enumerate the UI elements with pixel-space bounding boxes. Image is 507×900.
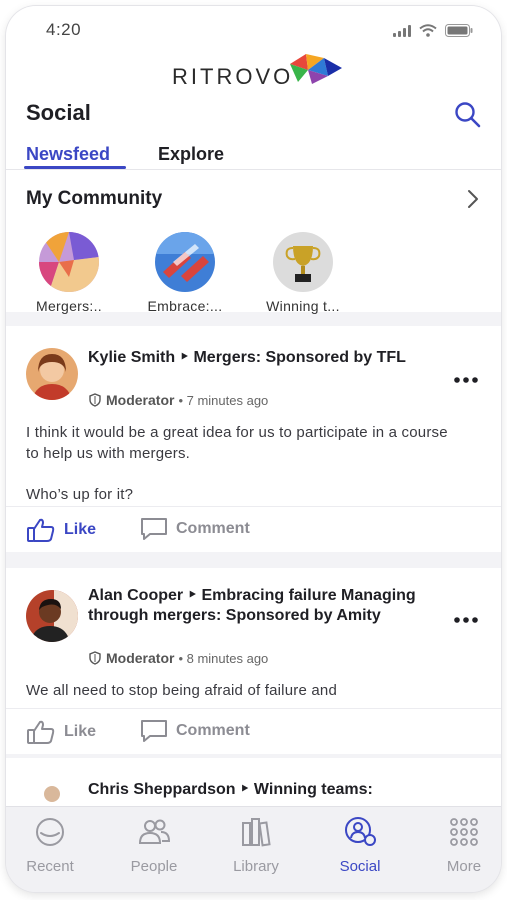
status-time: 4:20 (46, 20, 82, 39)
post-author-line[interactable]: Kylie Smith ‣ Mergers: Sponsored by TFL (88, 348, 441, 368)
post-role: Moderator (106, 392, 175, 408)
comment-button[interactable]: Comment (140, 719, 250, 743)
tab-social[interactable]: Social (320, 815, 400, 875)
tab-newsfeed[interactable]: Newsfeed (26, 144, 110, 165)
community-label: Embrace:... (147, 298, 223, 314)
community-item-winning[interactable]: Winning t... (248, 232, 358, 314)
ritrovo-logo: RITROVO (172, 52, 342, 92)
community-item-mergers[interactable]: Mergers:.. (14, 232, 124, 314)
shield-icon (89, 651, 101, 665)
post-body: We all need to stop being afraid of fail… (26, 682, 337, 699)
people-icon (138, 819, 171, 844)
bottom-tab-bar: Recent People Library Social More (6, 806, 501, 892)
tab-people[interactable]: People (114, 815, 194, 875)
feed-tabs: Newsfeed Explore (6, 140, 501, 170)
post-time: • 8 minutes ago (178, 650, 269, 666)
post-card: Alan Cooper ‣ Embracing failure Managing… (6, 568, 501, 754)
chevron-right-icon[interactable] (463, 188, 483, 210)
post-body-second: Who’s up for it? (26, 486, 134, 503)
battery-icon (445, 24, 473, 37)
post-actions: Like Comment (6, 506, 501, 552)
post-role: Moderator (106, 650, 175, 666)
community-avatar (155, 232, 215, 292)
page-title: Social (26, 100, 91, 125)
tab-recent[interactable]: Recent (10, 815, 90, 875)
like-label: Like (64, 521, 97, 538)
tab-label: People (130, 858, 178, 875)
post-actions: Like Comment (6, 708, 501, 754)
comment-button[interactable]: Comment (140, 517, 250, 541)
my-community-section: My Community Mergers:.. Embrace:... Winn… (6, 172, 501, 314)
active-tab-indicator (24, 166, 126, 169)
community-avatar (39, 232, 99, 292)
avatar[interactable] (26, 590, 78, 642)
wifi-icon (419, 24, 437, 37)
post-meta: Moderator • 7 minutes ago (88, 392, 268, 408)
post-time: • 7 minutes ago (178, 392, 269, 408)
like-label: Like (64, 723, 97, 740)
logo-mark-icon (290, 54, 342, 84)
post-body: I think it would be a great idea for us … (26, 424, 448, 462)
community-label: Mergers:.. (35, 298, 102, 314)
signal-icon (393, 24, 411, 37)
grid-icon (450, 818, 478, 846)
tab-label: Recent (26, 858, 74, 875)
community-avatar (273, 232, 333, 292)
post-meta: Moderator • 8 minutes ago (88, 650, 268, 666)
search-icon[interactable] (453, 100, 483, 130)
community-title: My Community (26, 188, 163, 209)
comment-icon (141, 518, 167, 540)
avatar[interactable] (26, 348, 78, 400)
status-icons (393, 24, 473, 37)
community-item-embrace[interactable]: Embrace:... (130, 232, 240, 314)
thumbs-up-icon (27, 720, 55, 744)
comment-label: Comment (176, 520, 250, 537)
thumbs-up-icon (27, 518, 55, 542)
comment-icon (141, 720, 167, 742)
tab-library[interactable]: Library (216, 815, 296, 875)
social-icon (345, 817, 376, 846)
post-card: Kylie Smith ‣ Mergers: Sponsored by TFL … (6, 326, 501, 552)
status-bar: 4:20 (6, 6, 501, 52)
post-author-line[interactable]: Chris Sheppardson ‣ Winning teams: (88, 780, 441, 800)
tab-label: More (446, 858, 482, 875)
post-author-line[interactable]: Alan Cooper ‣ Embracing failure Managing… (88, 586, 441, 626)
phone-screen: 4:20 RITROVO Social Newsfeed Explore My … (6, 6, 501, 892)
shield-icon (89, 393, 101, 407)
clock-icon (36, 818, 64, 846)
more-options-icon[interactable] (453, 376, 479, 384)
like-button[interactable]: Like (26, 517, 96, 543)
tab-label: Library (233, 858, 279, 875)
brand-name: RITROVO (172, 64, 294, 89)
comment-label: Comment (176, 722, 250, 739)
tab-label: Social (339, 858, 381, 875)
like-button[interactable]: Like (26, 719, 96, 745)
tab-explore[interactable]: Explore (158, 144, 224, 165)
library-icon (242, 818, 271, 847)
tab-more[interactable]: More (424, 815, 501, 875)
more-options-icon[interactable] (453, 616, 479, 624)
community-label: Winning t... (266, 298, 340, 314)
